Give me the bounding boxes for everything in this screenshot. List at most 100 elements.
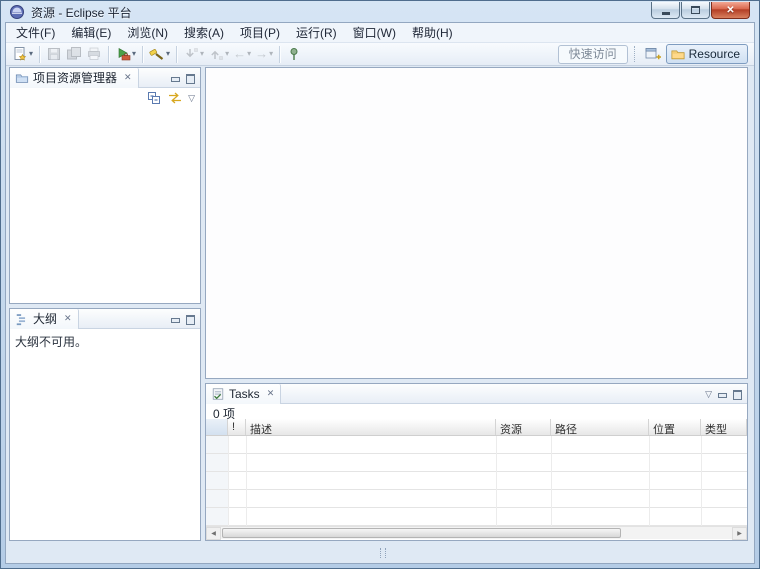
tasks-table-header: ! 描述 资源 路径 位置 类型 <box>206 419 747 436</box>
column-header-description[interactable]: 描述 <box>246 419 496 435</box>
previous-annotation-icon <box>211 50 223 60</box>
status-splitter-handle[interactable] <box>380 548 386 558</box>
tasks-view: Tasks ✕ ▽ 0 项 ! 描述 资源 路径 位置 类型 ◀ ▶ <box>205 383 748 541</box>
dropdown-icon: ▾ <box>200 49 205 58</box>
open-perspective-icon <box>645 48 661 60</box>
project-explorer-view: 项目资源管理器 ✕ ▽ <box>9 67 201 304</box>
link-with-editor-icon[interactable] <box>167 90 183 106</box>
outline-icon <box>16 313 26 325</box>
close-icon[interactable]: ✕ <box>64 313 72 324</box>
toolbar-separator <box>39 45 41 63</box>
pin-icon <box>290 48 298 60</box>
column-header-priority[interactable]: ! <box>228 419 246 435</box>
close-icon[interactable]: ✕ <box>267 388 275 399</box>
maximize-button[interactable] <box>681 2 710 19</box>
close-button[interactable]: ✕ <box>711 2 750 19</box>
close-icon: ✕ <box>726 4 735 16</box>
column-header-location[interactable]: 位置 <box>649 419 701 435</box>
outline-tab[interactable]: 大纲 ✕ <box>10 308 79 329</box>
menu-project[interactable]: 项目(P) <box>232 21 288 44</box>
minimize-view-icon[interactable] <box>170 314 180 324</box>
forward-button[interactable]: → ▾ <box>253 44 275 64</box>
window-controls: ✕ <box>651 2 750 19</box>
column-header-gutter[interactable] <box>206 419 228 435</box>
back-button[interactable]: ← ▾ <box>231 44 253 64</box>
column-header-resource[interactable]: 资源 <box>496 419 551 435</box>
tasks-count-label: 0 项 <box>213 407 236 421</box>
main-toolbar: ▾ ▾ ▾ ▾ ▾ ← ▾ → ▾ 快速访问 Resource <box>6 43 754 66</box>
quick-access-field[interactable]: 快速访问 <box>557 44 628 64</box>
tasks-tabbar: Tasks ✕ ▽ <box>206 383 747 404</box>
new-wizard-button[interactable]: ▾ <box>10 44 35 64</box>
menu-file[interactable]: 文件(F) <box>8 21 63 44</box>
pin-editor-button[interactable] <box>284 44 304 64</box>
resource-perspective-label: Resource <box>688 47 740 61</box>
toolbar-separator <box>142 45 144 63</box>
toolbar-right-group: 快速访问 Resource <box>557 44 748 64</box>
column-header-type[interactable]: 类型 <box>701 419 747 435</box>
tasks-icon <box>212 387 224 400</box>
external-tools-icon <box>118 47 131 61</box>
menu-search[interactable]: 搜索(A) <box>176 21 232 44</box>
client-area: 文件(F) 编辑(E) 浏览(N) 搜索(A) 项目(P) 运行(R) 窗口(W… <box>5 22 755 564</box>
project-explorer-controls <box>170 73 200 84</box>
print-icon <box>88 47 100 60</box>
menu-help[interactable]: 帮助(H) <box>404 21 461 44</box>
save-all-icon <box>67 47 82 60</box>
project-explorer-toolbar: ▽ <box>10 88 200 107</box>
column-header-path[interactable]: 路径 <box>551 419 649 435</box>
view-menu-icon[interactable]: ▽ <box>705 389 712 399</box>
minimize-view-icon[interactable] <box>717 389 727 399</box>
resource-folder-icon <box>671 50 685 60</box>
toolbar-separator <box>108 45 110 63</box>
eclipse-app-icon <box>10 5 24 19</box>
menu-edit[interactable]: 编辑(E) <box>63 21 119 44</box>
tasks-content: 0 项 ! 描述 资源 路径 位置 类型 ◀ ▶ <box>206 404 747 540</box>
external-tools-button[interactable]: ▾ <box>113 44 138 64</box>
next-annotation-button[interactable]: ▾ <box>181 44 206 64</box>
menu-run[interactable]: 运行(R) <box>288 21 345 44</box>
resource-perspective-button[interactable]: Resource <box>665 44 748 64</box>
search-flashlight-icon <box>149 49 164 60</box>
toolbar-separator <box>176 45 178 63</box>
minimize-button[interactable] <box>651 2 680 19</box>
forward-icon: → <box>255 46 269 61</box>
next-annotation-icon <box>186 48 198 58</box>
outline-tab-label: 大纲 <box>33 312 58 326</box>
tasks-tab-label: Tasks <box>229 386 260 401</box>
project-explorer-tab[interactable]: 项目资源管理器 ✕ <box>10 67 139 88</box>
window-title: 资源 - Eclipse 平台 <box>31 5 132 20</box>
save-all-button[interactable] <box>64 44 84 64</box>
menu-window[interactable]: 窗口(W) <box>345 21 404 44</box>
previous-annotation-button[interactable]: ▾ <box>206 44 231 64</box>
editor-area <box>205 67 748 379</box>
scrollbar-track[interactable] <box>221 527 732 540</box>
scroll-right-button[interactable]: ▶ <box>732 526 747 540</box>
maximize-icon <box>691 6 700 14</box>
tasks-tab[interactable]: Tasks ✕ <box>206 383 282 404</box>
dropdown-icon: ▾ <box>247 49 252 58</box>
outline-view: 大纲 ✕ 大纲不可用。 <box>9 308 201 541</box>
dropdown-icon: ▾ <box>132 49 137 58</box>
menu-navigate[interactable]: 浏览(N) <box>119 21 176 44</box>
perspective-bar-handle <box>633 46 637 62</box>
maximize-view-icon[interactable] <box>732 389 742 400</box>
scroll-left-button[interactable]: ◀ <box>206 526 221 540</box>
view-menu-icon[interactable]: ▽ <box>188 93 195 103</box>
back-icon: ← <box>233 46 247 61</box>
open-perspective-button[interactable] <box>643 45 663 63</box>
print-button[interactable] <box>84 44 104 64</box>
close-icon[interactable]: ✕ <box>124 72 132 83</box>
maximize-view-icon[interactable] <box>185 314 195 325</box>
project-explorer-tabbar: 项目资源管理器 ✕ <box>10 67 200 88</box>
horizontal-scrollbar[interactable]: ◀ ▶ <box>206 526 747 540</box>
save-button[interactable] <box>44 44 64 64</box>
menubar: 文件(F) 编辑(E) 浏览(N) 搜索(A) 项目(P) 运行(R) 窗口(W… <box>6 23 754 43</box>
collapse-all-icon[interactable] <box>146 90 162 106</box>
outline-content: 大纲不可用。 <box>10 329 200 354</box>
search-button[interactable]: ▾ <box>147 44 172 64</box>
maximize-view-icon[interactable] <box>185 73 195 84</box>
outline-controls <box>170 314 200 325</box>
minimize-view-icon[interactable] <box>170 73 180 83</box>
scrollbar-thumb[interactable] <box>222 527 621 538</box>
